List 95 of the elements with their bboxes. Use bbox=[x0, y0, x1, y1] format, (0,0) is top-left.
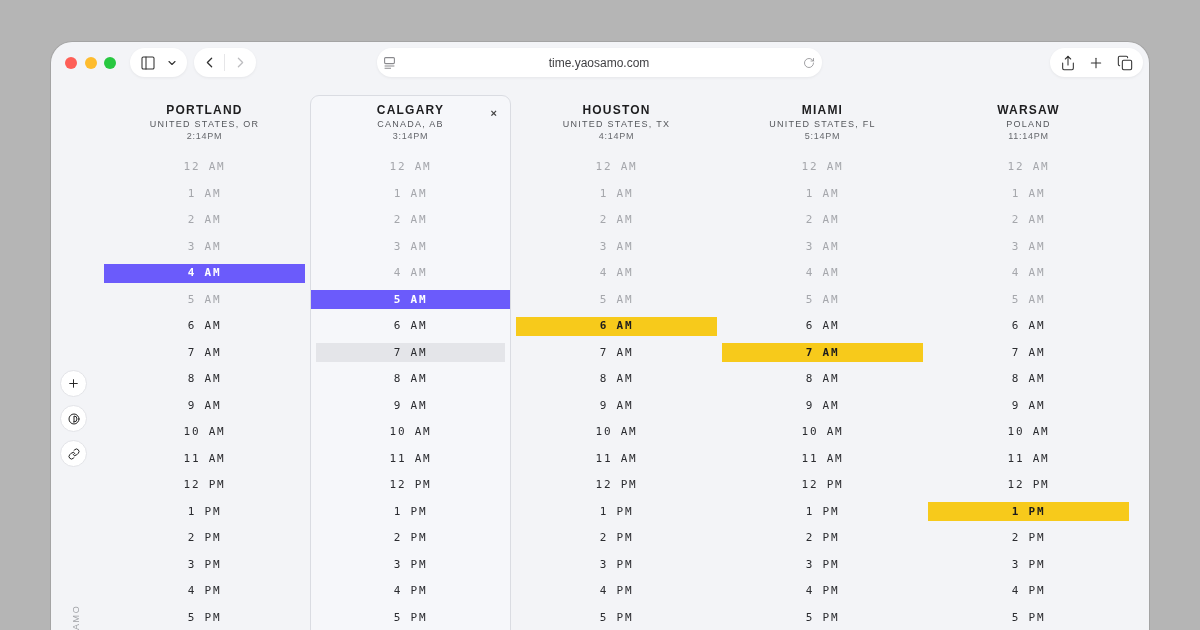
hour-label[interactable]: 2 PM bbox=[805, 531, 840, 546]
highlighted-hour[interactable]: 7 AM bbox=[722, 343, 923, 363]
highlighted-hour[interactable]: 4 AM bbox=[104, 263, 305, 283]
close-button[interactable]: × bbox=[490, 107, 497, 119]
hour-label[interactable]: 4 PM bbox=[393, 584, 428, 599]
hour-label[interactable]: 9 AM bbox=[393, 398, 428, 413]
plus-icon bbox=[67, 377, 80, 390]
hour-label[interactable]: 1 PM bbox=[599, 504, 634, 519]
local-time: 11:14PM bbox=[1008, 131, 1049, 142]
hour-label[interactable]: 10 AM bbox=[801, 425, 844, 440]
hour-label[interactable]: 12 PM bbox=[801, 478, 844, 493]
city-name: CALGARY bbox=[376, 103, 445, 117]
hour-label[interactable]: 3 PM bbox=[805, 557, 840, 572]
hour-label[interactable]: 11 AM bbox=[1007, 451, 1050, 466]
hour-label[interactable]: 5 PM bbox=[1011, 610, 1046, 625]
reload-icon[interactable] bbox=[803, 56, 815, 69]
hour-label[interactable]: 6 AM bbox=[187, 319, 222, 334]
hour-label[interactable]: 9 AM bbox=[187, 398, 222, 413]
link-icon bbox=[67, 447, 80, 460]
hour-label[interactable]: 3 PM bbox=[599, 557, 634, 572]
city-name: WARSAW bbox=[997, 103, 1060, 117]
city-name: PORTLAND bbox=[166, 103, 243, 117]
theme-button[interactable] bbox=[60, 405, 87, 432]
hour-label[interactable]: 8 AM bbox=[805, 372, 840, 387]
hour-label[interactable]: 7 AM bbox=[1011, 345, 1046, 360]
contrast-icon bbox=[67, 412, 80, 425]
hour-label[interactable]: 10 AM bbox=[595, 425, 638, 440]
hour-label[interactable]: 8 AM bbox=[187, 372, 222, 387]
highlighted-hour[interactable]: 6 AM bbox=[516, 316, 717, 336]
region-name: POLAND bbox=[1006, 119, 1051, 130]
hour-label[interactable]: 12 PM bbox=[595, 478, 638, 493]
hour-label[interactable]: 10 AM bbox=[1007, 425, 1050, 440]
hour-label[interactable]: 11 AM bbox=[183, 451, 226, 466]
region-name: UNITED STATES, OR bbox=[149, 119, 260, 130]
hour-label[interactable]: 7 AM bbox=[599, 345, 634, 360]
close-window-icon[interactable] bbox=[65, 56, 77, 69]
hour-label[interactable]: 2 PM bbox=[1011, 531, 1046, 546]
add-button[interactable] bbox=[60, 370, 87, 397]
hour-label[interactable]: 10 AM bbox=[183, 425, 226, 440]
hour-label[interactable]: 9 AM bbox=[599, 398, 634, 413]
hour-label[interactable]: 12 PM bbox=[389, 478, 432, 493]
highlighted-hour[interactable]: 1 PM bbox=[928, 502, 1129, 522]
hour-label[interactable]: 8 AM bbox=[599, 372, 634, 387]
hour-label[interactable]: 4 PM bbox=[1011, 584, 1046, 599]
hour-label[interactable]: 6 AM bbox=[393, 319, 428, 334]
hour-label[interactable]: 4 PM bbox=[599, 584, 634, 599]
address-bar[interactable]: time.yaosamo.com bbox=[377, 48, 822, 77]
region-name: UNITED STATES, TX bbox=[562, 119, 671, 130]
local-time: 2:14PM bbox=[186, 131, 223, 142]
hour-label[interactable]: 1 PM bbox=[805, 504, 840, 519]
hour-label[interactable]: 5 PM bbox=[187, 610, 222, 625]
zoom-window-icon[interactable] bbox=[104, 56, 116, 69]
city-name: HOUSTON bbox=[582, 103, 651, 117]
hour-label[interactable]: 2 PM bbox=[599, 531, 634, 546]
hour-label[interactable]: 6 AM bbox=[805, 319, 840, 334]
hour-label[interactable]: 11 AM bbox=[801, 451, 844, 466]
local-time: 3:14PM bbox=[392, 131, 429, 142]
hour-label[interactable]: 12 PM bbox=[183, 478, 226, 493]
squares-icon bbox=[1116, 54, 1133, 71]
hour-label[interactable]: 12 PM bbox=[1007, 478, 1050, 493]
city-name: MIAMI bbox=[801, 103, 844, 117]
minimize-window-icon[interactable] bbox=[84, 56, 97, 69]
hour-label[interactable]: 1 PM bbox=[187, 504, 222, 519]
region-name: UNITED STATES, FL bbox=[769, 119, 876, 130]
sidebar-icon bbox=[139, 54, 156, 71]
link-button[interactable] bbox=[60, 440, 87, 467]
hour-label[interactable]: 3 PM bbox=[187, 557, 222, 572]
hour-label[interactable]: 4 PM bbox=[187, 584, 222, 599]
hour-label[interactable]: 3 PM bbox=[1011, 557, 1046, 572]
hour-label[interactable]: 3 PM bbox=[393, 557, 428, 572]
hour-label[interactable]: 11 AM bbox=[595, 451, 638, 466]
hour-label[interactable]: 1 PM bbox=[393, 504, 428, 519]
hour-label[interactable]: 10 AM bbox=[389, 425, 432, 440]
region-name: CANADA, AB bbox=[377, 119, 444, 130]
hour-label[interactable]: 5 PM bbox=[599, 610, 634, 625]
hour-label[interactable]: 9 AM bbox=[1011, 398, 1046, 413]
local-time: 5:14PM bbox=[804, 131, 841, 142]
hour-label[interactable]: 7 AM bbox=[187, 345, 222, 360]
hovered-hour[interactable]: 7 AM bbox=[316, 343, 505, 363]
hour-label[interactable]: 11 AM bbox=[389, 451, 432, 466]
hour-label[interactable]: 5 PM bbox=[805, 610, 840, 625]
hour-label[interactable]: 8 AM bbox=[1011, 372, 1046, 387]
hour-label[interactable]: 4 PM bbox=[805, 584, 840, 599]
hour-label[interactable]: 2 PM bbox=[187, 531, 222, 546]
share-icon bbox=[1060, 54, 1077, 71]
local-time: 4:14PM bbox=[598, 131, 635, 142]
hour-label[interactable]: 2 PM bbox=[393, 531, 428, 546]
sidebar-button[interactable] bbox=[130, 48, 187, 77]
hour-label[interactable]: 8 AM bbox=[393, 372, 428, 387]
hour-label[interactable]: 5 PM bbox=[393, 610, 428, 625]
hour-label[interactable]: 9 AM bbox=[805, 398, 840, 413]
page-icon bbox=[384, 56, 395, 69]
side-label: AMO bbox=[71, 604, 82, 630]
hour-label[interactable]: 6 AM bbox=[1011, 319, 1046, 334]
highlighted-hour[interactable]: 5 AM bbox=[311, 290, 510, 310]
